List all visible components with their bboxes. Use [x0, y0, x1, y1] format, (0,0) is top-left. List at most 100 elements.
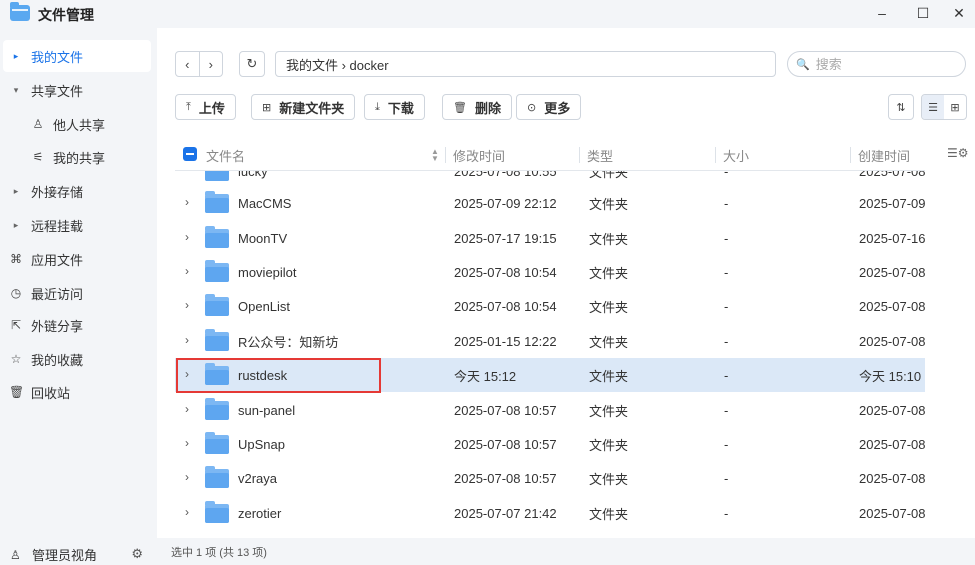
chevron-right-icon[interactable]: › — [185, 298, 189, 312]
sidebar-item-label: 回收站 — [31, 385, 71, 401]
sidebar-item-remote-mount[interactable]: ▸ 远程挂载 — [3, 209, 151, 241]
created-time: 2025-07-08 — [859, 470, 925, 486]
created-time: 2025-07-08 — [859, 298, 925, 314]
table-row[interactable]: › v2raya 2025-07-08 10:57 文件夹 - 2025-07-… — [175, 461, 925, 495]
file-name: sun-panel — [238, 402, 296, 418]
upload-label: 上传 — [198, 100, 225, 116]
chevron-right-icon[interactable]: › — [185, 230, 189, 244]
file-type: 文件夹 — [589, 437, 629, 453]
table-row[interactable]: › MoonTV 2025-07-17 19:15 文件夹 - 2025-07-… — [175, 221, 925, 255]
folder-icon — [205, 432, 229, 454]
gear-icon[interactable]: ⚙ — [131, 546, 143, 562]
user-icon: ♙ — [32, 117, 44, 131]
sidebar-item-recycle-bin[interactable]: 🗑 回收站 — [3, 376, 151, 408]
sort-arrows-icon[interactable]: ▲ ▼ — [431, 148, 439, 163]
share-icon: ⚟ — [32, 150, 44, 164]
column-created[interactable]: 创建时间 — [858, 139, 910, 171]
table-row[interactable]: › UpSnap 2025-07-08 10:57 文件夹 - 2025-07-… — [175, 427, 925, 461]
search-input[interactable] — [815, 56, 956, 72]
app-title: 文件管理 — [38, 7, 94, 23]
grid-view-icon[interactable]: ⊞ — [944, 95, 966, 119]
file-type: 文件夹 — [589, 471, 629, 487]
column-size[interactable]: 大小 — [723, 139, 749, 171]
folder-app-icon — [10, 2, 30, 21]
file-type: 文件夹 — [589, 299, 629, 315]
admin-view-toggle[interactable]: ♙ 管理员视角 ⚙ — [0, 544, 157, 565]
sidebar-item-label: 我的共享 — [53, 150, 106, 166]
sort-button[interactable]: ⇅ — [888, 94, 914, 120]
view-toggle: ☰ ⊞ — [921, 94, 967, 120]
sidebar-item-app-files[interactable]: ⌘ 应用文件 — [3, 243, 151, 275]
column-modified[interactable]: 修改时间 — [453, 139, 505, 171]
new-folder-button[interactable]: ⊞ 新建文件夹 — [251, 94, 356, 120]
table-row[interactable]: › OpenList 2025-07-08 10:54 文件夹 - 2025-0… — [175, 289, 925, 323]
more-button[interactable]: ⊙ 更多 — [516, 94, 582, 120]
folder-icon — [205, 398, 229, 420]
folder-icon — [205, 501, 229, 523]
chevron-right-icon[interactable]: › — [185, 470, 189, 484]
list-view-icon[interactable]: ☰ — [922, 95, 944, 119]
folder-icon — [205, 171, 229, 181]
chevron-right-icon[interactable]: › — [185, 264, 189, 278]
sidebar-item-recent[interactable]: ◷ 最近访问 — [3, 277, 151, 309]
sidebar-item-my-files[interactable]: ▸ 我的文件 — [3, 40, 151, 72]
file-size: - — [724, 195, 729, 211]
new-folder-label: 新建文件夹 — [279, 100, 345, 116]
chevron-right-icon[interactable]: › — [185, 402, 189, 416]
table-row-selected[interactable]: › rustdesk 今天 15:12 文件夹 - 今天 15:10 — [175, 358, 925, 392]
folder-icon — [205, 466, 229, 488]
table-row[interactable]: › R公众号：知新坊 2025-01-15 12:22 文件夹 - 2025-0… — [175, 324, 925, 358]
sidebar: ▸ 我的文件 ▾ 共享文件 ♙ 他人共享 ⚟ 我的共享 ▸ 外接存储 ▸ 远程挂… — [0, 28, 157, 565]
file-type: 文件夹 — [589, 403, 629, 419]
sidebar-item-label: 应用文件 — [31, 252, 84, 268]
file-name: rustdesk — [238, 367, 288, 383]
select-all-checkbox[interactable] — [183, 147, 197, 161]
trash-icon: 🗑 — [453, 101, 467, 114]
created-time: 2025-07-08 — [859, 333, 925, 349]
chevron-right-icon[interactable]: › — [185, 367, 189, 381]
minimize-button[interactable]: – — [871, 3, 893, 23]
back-button[interactable]: ‹ — [176, 52, 200, 76]
chevron-right-icon[interactable]: › — [185, 333, 189, 347]
table-row[interactable]: › moviepilot 2025-07-08 10:54 文件夹 - 2025… — [175, 255, 925, 289]
chevron-right-icon[interactable]: › — [185, 436, 189, 450]
table-row[interactable]: › sun-panel 2025-07-08 10:57 文件夹 - 2025-… — [175, 393, 925, 427]
modified-time: 2025-07-08 10:57 — [454, 402, 557, 418]
folder-icon — [205, 226, 229, 248]
column-name[interactable]: 文件名 — [206, 139, 245, 171]
column-type[interactable]: 类型 — [587, 139, 613, 171]
file-type: 文件夹 — [589, 334, 629, 350]
folder-icon — [205, 260, 229, 282]
chevron-right-icon[interactable]: › — [185, 505, 189, 519]
column-settings-icon[interactable]: ☰⚙ — [947, 146, 969, 160]
sidebar-item-others-shared[interactable]: ♙ 他人共享 — [3, 108, 151, 140]
delete-button[interactable]: 🗑 删除 — [442, 94, 512, 120]
folder-icon — [205, 329, 229, 351]
created-time: 2025-07-08 — [859, 264, 925, 280]
close-button[interactable]: ✕ — [948, 3, 970, 23]
breadcrumb[interactable]: 我的文件 › docker — [275, 51, 776, 77]
chevron-right-icon: ▸ — [13, 50, 19, 61]
file-name: MacCMS — [238, 195, 292, 211]
sidebar-item-link-share[interactable]: ⇱ 外链分享 — [3, 309, 151, 341]
sidebar-item-favorites[interactable]: ☆ 我的收藏 — [3, 343, 151, 375]
chevron-right-icon[interactable]: › — [185, 195, 189, 209]
sidebar-item-shared-files[interactable]: ▾ 共享文件 — [3, 74, 151, 106]
refresh-button[interactable]: ↻ — [239, 51, 265, 77]
modified-time: 2025-07-09 22:12 — [454, 195, 557, 211]
table-row[interactable]: › zerotier 2025-07-07 21:42 文件夹 - 2025-0… — [175, 496, 925, 528]
download-icon: ⤓ — [375, 100, 380, 113]
upload-button[interactable]: ⤒ 上传 — [175, 94, 236, 120]
search-box[interactable]: 🔍 — [787, 51, 966, 77]
table-row[interactable]: › MacCMS 2025-07-09 22:12 文件夹 - 2025-07-… — [175, 186, 925, 220]
table-header: 文件名 ▲ ▼ 修改时间 类型 大小 创建时间 — [175, 139, 925, 171]
download-button[interactable]: ⤓ 下载 — [364, 94, 425, 120]
sidebar-item-external-storage[interactable]: ▸ 外接存储 — [3, 175, 151, 207]
sidebar-item-my-shares[interactable]: ⚟ 我的共享 — [3, 141, 151, 173]
forward-button[interactable]: › — [200, 52, 223, 76]
more-label: 更多 — [544, 100, 571, 116]
chevron-right-icon: ▸ — [13, 219, 19, 230]
maximize-button[interactable]: ☐ — [912, 3, 934, 23]
modified-time: 今天 15:12 — [454, 368, 517, 384]
file-size: - — [724, 367, 729, 383]
